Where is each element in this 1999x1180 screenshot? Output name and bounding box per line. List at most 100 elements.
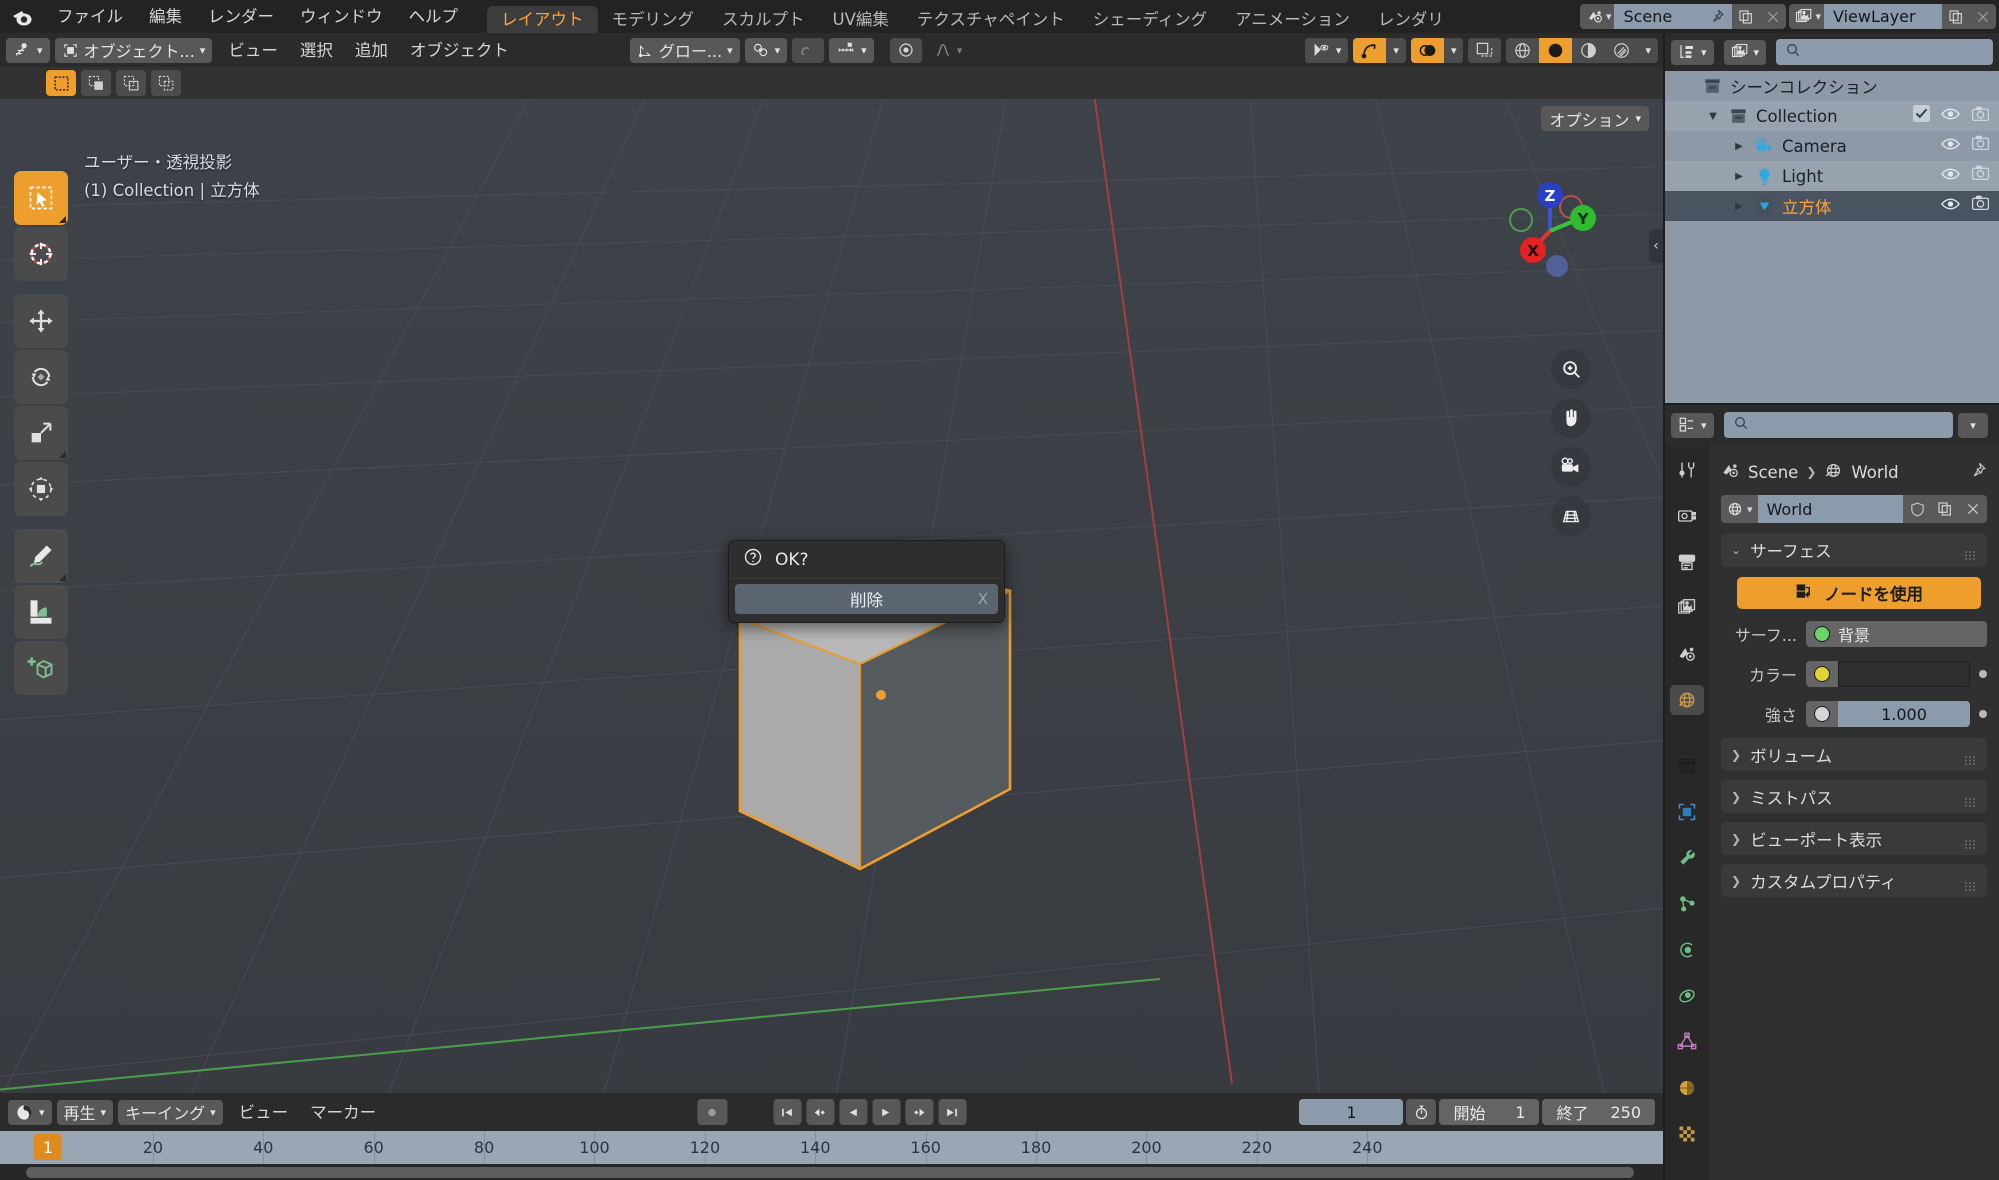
pin-icon[interactable] [1969,461,1987,483]
tab-scene-properties[interactable] [1670,639,1704,669]
tab-texture-paint[interactable]: テクスチャペイント [903,6,1079,33]
new-viewlayer-button[interactable] [1942,4,1969,29]
checkbox-icon[interactable] [1913,105,1930,126]
current-frame-field[interactable]: 1 [1299,1099,1404,1125]
outliner-row-Camera[interactable]: ▶ Camera [1665,131,1999,161]
viewport-menu-add[interactable]: 追加 [344,34,399,67]
menu-render[interactable]: レンダー [195,0,287,33]
viewport-canvas[interactable]: ユーザー・透視投影 (1) Collection | 立方体 Z Y X ‹ O… [0,99,1663,1093]
xray-toggle[interactable] [1468,37,1502,63]
eye-visibility-icon[interactable] [1941,166,1960,185]
overlays-options-dropdown[interactable]: ▾ [1443,37,1464,63]
color-socket-button[interactable] [1806,661,1838,687]
dialog-delete-button[interactable]: 削除 X [735,584,998,614]
pin-icon[interactable] [1709,8,1725,28]
timeline-playhead[interactable]: 1 [33,1134,63,1160]
viewport-menu-select[interactable]: 選択 [289,34,344,67]
scene-selector[interactable]: ▾ Scene [1579,4,1787,29]
shading-options-dropdown[interactable]: ▾ [1638,37,1658,63]
strength-socket-button[interactable] [1806,701,1838,727]
options-dropdown[interactable]: オプション ▾ [1541,106,1649,131]
timeline-playback-menu[interactable]: 再生 ▾ [56,1099,114,1125]
new-world-button[interactable] [1931,495,1959,523]
tool-tweak[interactable] [14,171,68,225]
proportional-edit-toggle[interactable] [792,37,825,63]
tab-physics-properties[interactable] [1670,935,1704,965]
overlays-toggle[interactable] [1410,37,1444,63]
tab-constraint-properties[interactable] [1670,981,1704,1011]
viewlayer-selector[interactable]: ▾ ViewLayer [1789,4,1996,29]
tool-scale[interactable] [14,406,68,460]
color-animate-decorator[interactable] [1979,670,1987,678]
menu-window[interactable]: ウィンドウ [287,0,396,33]
tab-data-properties[interactable] [1670,1027,1704,1057]
collapsed-panel-1[interactable]: ❯ ミストパス [1721,780,1987,813]
tab-tool-properties[interactable] [1670,455,1704,485]
disclosure-triangle-icon[interactable]: ▶ [1731,141,1747,152]
camera-render-icon[interactable] [1971,195,1990,215]
gizmo-toggle[interactable] [1353,37,1387,63]
jump-to-start-button[interactable] [773,1099,801,1125]
collapsed-panel-2[interactable]: ❯ ビューポート表示 [1721,822,1987,855]
pivot-point-selector[interactable] [889,37,922,63]
tab-world-properties[interactable] [1670,685,1704,715]
sidebar-toggle-icon[interactable]: ‹ [1649,229,1663,263]
eye-visibility-icon[interactable] [1941,106,1960,125]
start-frame-field[interactable]: 開始 1 [1439,1099,1540,1125]
tab-render-properties[interactable] [1670,501,1704,531]
eye-visibility-icon[interactable] [1941,196,1960,215]
tab-uv-editing[interactable]: UV編集 [819,6,903,33]
delete-viewlayer-button[interactable] [1969,4,1996,29]
shading-wireframe-button[interactable] [1506,37,1540,63]
outliner-search-input[interactable] [1776,39,1993,65]
shading-rendered-button[interactable] [1605,37,1639,63]
tab-animation[interactable]: アニメーション [1221,6,1364,33]
tab-output-properties[interactable] [1670,547,1704,577]
tab-modifier-properties[interactable] [1670,843,1704,873]
timeline-hscrollbar[interactable] [0,1164,1663,1180]
end-frame-field[interactable]: 終了 250 [1542,1099,1655,1125]
tab-viewlayer-properties[interactable] [1670,593,1704,623]
navigation-gizmo[interactable]: Z Y X [1495,173,1605,283]
use-nodes-button[interactable]: ノードを使用 [1737,577,1981,609]
breadcrumb-scene-text[interactable]: Scene [1748,463,1798,482]
outliner-row-立方体[interactable]: ▶ 立方体 [1665,191,1999,221]
use-preview-range-button[interactable] [1406,1099,1437,1125]
timeline-marker-menu[interactable]: マーカー [299,1096,387,1129]
scene-icon[interactable]: ▾ [1579,4,1615,29]
tool-cursor[interactable] [14,227,68,281]
strength-value-field[interactable]: 1.000 [1838,701,1970,727]
menu-help[interactable]: ヘルプ [396,0,472,33]
tab-modeling[interactable]: モデリング [598,6,709,33]
shading-material-button[interactable] [1572,37,1606,63]
tab-shading[interactable]: シェーディング [1079,6,1221,33]
visibility-selector[interactable]: ▾ [1304,37,1349,63]
disclosure-triangle-icon[interactable]: ▶ [1731,171,1747,182]
fake-user-shield-icon[interactable] [1903,495,1931,523]
viewlayer-icon[interactable]: ▾ [1789,4,1824,29]
world-browse-button[interactable]: ▾ [1721,495,1758,523]
surface-panel-header[interactable]: ⌄ サーフェス [1721,533,1987,567]
select-box-tool-button[interactable] [46,70,76,96]
tab-rendering[interactable]: レンダリ [1364,6,1458,33]
select-invert-button[interactable] [151,70,181,96]
tool-measure[interactable] [14,585,68,639]
outliner-editor-type-selector[interactable]: ▾ [1671,39,1714,65]
transform-orientation-selector[interactable]: グロー... ▾ [629,37,740,63]
snap-toggle[interactable]: ▾ [744,37,788,63]
pan-hand-icon[interactable] [1551,398,1591,438]
disclosure-triangle-icon[interactable]: ▼ [1705,111,1721,122]
menu-file[interactable]: ファイル [44,0,136,33]
timeline-ruler[interactable]: 20 40 60 80 100 120 140 160 180 200 220 240 1 [0,1131,1663,1164]
surface-shader-field[interactable]: 背景 [1806,621,1987,647]
tool-move[interactable] [14,294,68,348]
zoom-icon[interactable] [1551,349,1591,389]
properties-search-input[interactable] [1723,412,1953,438]
outliner-row-Light[interactable]: ▶ Light [1665,161,1999,191]
outliner-row-シーンコレクション[interactable]: シーンコレクション [1665,71,1999,101]
unlink-world-button[interactable] [1959,495,1987,523]
tool-annotate[interactable] [14,529,68,583]
disclosure-triangle-icon[interactable]: ▶ [1731,201,1747,212]
timeline-view-menu[interactable]: ビュー [228,1096,300,1129]
camera-view-icon[interactable] [1551,447,1591,487]
